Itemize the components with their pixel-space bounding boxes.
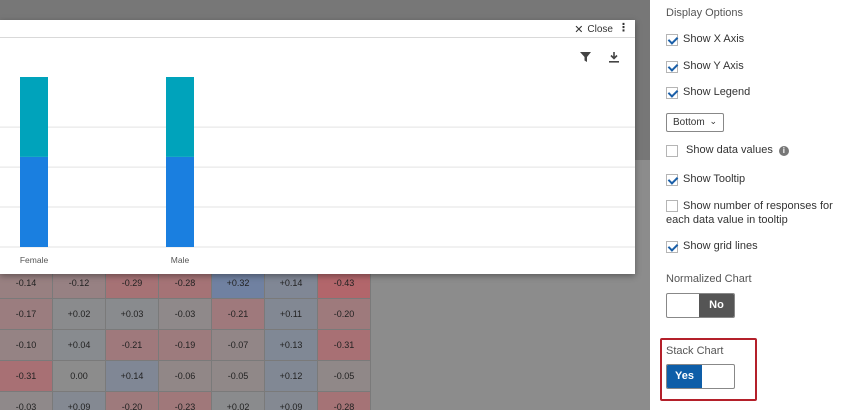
show-y-axis-option[interactable]: Show Y Axis bbox=[666, 60, 744, 73]
show-data-values-checkbox[interactable] bbox=[666, 145, 678, 157]
settings-sidebar: Display Options Show X Axis Show Y Axis … bbox=[650, 0, 850, 410]
heatmap-cell: +0.03 bbox=[106, 299, 159, 330]
more-options-icon[interactable]: ⋮ bbox=[618, 23, 629, 34]
modal-header: ✕ Close ⋮ bbox=[0, 20, 635, 38]
bar-segment-male-0[interactable] bbox=[166, 156, 194, 247]
heatmap-cell: -0.06 bbox=[159, 361, 212, 392]
heatmap-cell: -0.03 bbox=[0, 392, 53, 410]
heatmap-cell: -0.20 bbox=[318, 299, 371, 330]
heatmap-cell: -0.05 bbox=[212, 361, 265, 392]
legend-position-dropdown[interactable]: Bottom ⌄ bbox=[666, 113, 724, 132]
display-options-title: Display Options bbox=[666, 7, 744, 19]
heatmap-cell: +0.14 bbox=[106, 361, 159, 392]
heatmap-cell: -0.20 bbox=[106, 392, 159, 410]
show-x-axis-checkbox[interactable] bbox=[666, 34, 678, 46]
x-tick-label: Female bbox=[20, 255, 49, 265]
heatmap-cell: -0.05 bbox=[318, 361, 371, 392]
heatmap-cell: -0.31 bbox=[318, 330, 371, 361]
heatmap-cell: +0.02 bbox=[53, 299, 106, 330]
show-grid-lines-label: Show grid lines bbox=[683, 240, 758, 252]
info-icon[interactable]: i bbox=[778, 146, 789, 156]
show-y-axis-checkbox[interactable] bbox=[666, 61, 678, 73]
show-num-responses-option[interactable]: Show number of responses for each data v… bbox=[666, 199, 844, 227]
show-legend-checkbox[interactable] bbox=[666, 87, 678, 99]
chart-modal: ✕ Close ⋮ Female Male bbox=[0, 20, 635, 274]
heatmap-cell: -0.28 bbox=[318, 392, 371, 410]
heatmap-cell: +0.09 bbox=[53, 392, 106, 410]
heatmap-cell: 0.00 bbox=[53, 361, 106, 392]
stack-chart-toggle[interactable]: Yes bbox=[666, 364, 735, 389]
normalized-chart-toggle[interactable]: No bbox=[666, 293, 735, 318]
close-icon: ✕ bbox=[574, 24, 584, 36]
close-button[interactable]: ✕ Close bbox=[574, 23, 613, 36]
heatmap-cell: +0.12 bbox=[265, 361, 318, 392]
close-label: Close bbox=[587, 24, 613, 35]
show-x-axis-option[interactable]: Show X Axis bbox=[666, 33, 744, 46]
stack-chart-value: Yes bbox=[667, 365, 702, 388]
heatmap-cell: -0.17 bbox=[0, 299, 53, 330]
show-tooltip-label: Show Tooltip bbox=[683, 173, 746, 185]
bar-segment-male-1[interactable] bbox=[166, 77, 194, 157]
show-legend-option[interactable]: Show Legend bbox=[666, 86, 750, 99]
heatmap-cell: +0.13 bbox=[265, 330, 318, 361]
heatmap-cell: +0.09 bbox=[265, 392, 318, 410]
heatmap-cell: -0.31 bbox=[0, 361, 53, 392]
heatmap-cell: -0.23 bbox=[159, 392, 212, 410]
heatmap-cell: +0.04 bbox=[53, 330, 106, 361]
legend-position-value: Bottom bbox=[673, 117, 705, 128]
download-icon[interactable] bbox=[608, 52, 620, 63]
show-legend-label: Show Legend bbox=[683, 86, 751, 98]
bar-chart: Female Male bbox=[0, 77, 635, 265]
heatmap-cell: -0.03 bbox=[159, 299, 212, 330]
show-num-responses-checkbox[interactable] bbox=[666, 200, 678, 212]
show-data-values-option[interactable]: Show data values i bbox=[666, 144, 789, 157]
show-y-axis-label: Show Y Axis bbox=[683, 60, 744, 72]
show-data-values-label: Show data values bbox=[686, 144, 773, 156]
show-grid-lines-checkbox[interactable] bbox=[666, 241, 678, 253]
x-tick-label: Male bbox=[171, 255, 190, 265]
show-x-axis-label: Show X Axis bbox=[683, 33, 745, 45]
heatmap-cell: +0.02 bbox=[212, 392, 265, 410]
heatmap-cell: +0.11 bbox=[265, 299, 318, 330]
show-grid-lines-option[interactable]: Show grid lines bbox=[666, 240, 758, 253]
heatmap-cell: -0.10 bbox=[0, 330, 53, 361]
normalized-chart-value: No bbox=[699, 294, 734, 317]
bar-segment-female-0[interactable] bbox=[20, 156, 48, 247]
bar-segment-female-1[interactable] bbox=[20, 77, 48, 157]
heatmap-cell: -0.07 bbox=[212, 330, 265, 361]
normalized-chart-title: Normalized Chart bbox=[666, 273, 752, 285]
chevron-down-icon: ⌄ bbox=[709, 116, 717, 126]
heatmap-cell: -0.21 bbox=[212, 299, 265, 330]
show-tooltip-option[interactable]: Show Tooltip bbox=[666, 173, 745, 186]
heatmap-cell: -0.21 bbox=[106, 330, 159, 361]
show-tooltip-checkbox[interactable] bbox=[666, 174, 678, 186]
stack-chart-title: Stack Chart bbox=[666, 345, 724, 357]
show-num-responses-label: Show number of responses for each data v… bbox=[666, 200, 833, 226]
heatmap-cell: -0.19 bbox=[159, 330, 212, 361]
filter-icon[interactable] bbox=[580, 52, 592, 63]
